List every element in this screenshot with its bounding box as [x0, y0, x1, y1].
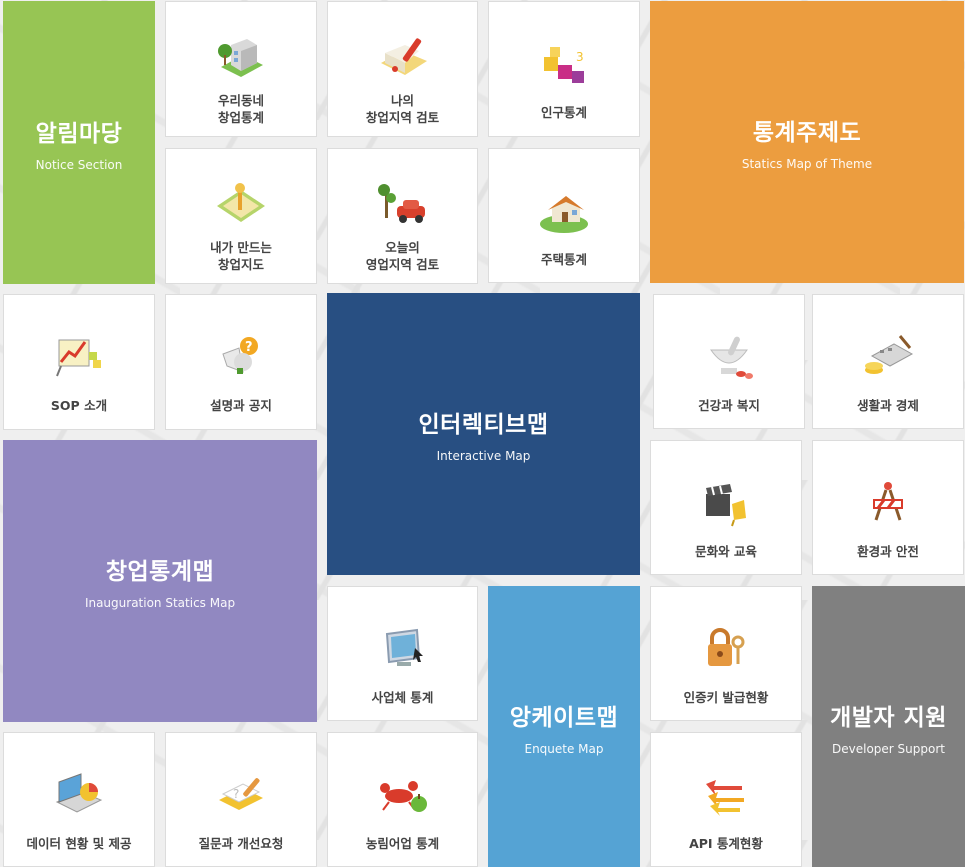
chart-board-icon: [43, 329, 115, 385]
tile-label: 인증키 발급현황: [683, 690, 769, 705]
map-pen-icon: [367, 30, 439, 86]
mortar-pestle-icon: [693, 329, 765, 385]
svg-text:?: ?: [245, 340, 253, 355]
tile-today-region-review[interactable]: 오늘의 영업지역 검토: [327, 148, 478, 284]
svg-text:?: ?: [233, 787, 239, 801]
house-icon: [528, 183, 600, 239]
tile-health-welfare[interactable]: 건강과 복지: [653, 294, 805, 429]
tile-label: 내가 만드는 창업지도: [210, 240, 272, 272]
tile-label: 우리동네 창업통계: [217, 93, 264, 125]
tile-label: 오늘의 영업지역 검토: [365, 240, 440, 272]
enquete-map-tile[interactable]: 앙케이트맵 Enquete Map: [488, 586, 640, 867]
startup-map-title: 창업통계맵: [105, 559, 215, 585]
calculator-coins-icon: [852, 329, 924, 385]
tile-environment-safety[interactable]: 환경과 안전: [812, 440, 964, 575]
tile-label: 생활과 경제: [857, 398, 919, 413]
tile-label: 문화와 교육: [695, 544, 757, 559]
svg-text:3: 3: [576, 50, 584, 64]
tile-my-region-review[interactable]: 나의 창업지역 검토: [327, 1, 478, 137]
population-blocks-icon: 3: [528, 36, 600, 92]
tile-label: SOP 소개: [50, 398, 108, 413]
tile-api-stats[interactable]: API 통계현황: [650, 732, 802, 867]
interactive-map-subtitle: Interactive Map: [436, 449, 531, 463]
enquete-map-title: 앙케이트맵: [509, 704, 619, 731]
lock-key-icon: [690, 621, 762, 677]
interactive-map-tile[interactable]: 인터렉티브맵 Interactive Map: [327, 293, 640, 575]
map-pin-icon: [205, 177, 277, 233]
tile-agri-fishery-stats[interactable]: 농림어업 통계: [327, 732, 478, 867]
tile-sop-intro[interactable]: SOP 소개: [3, 294, 155, 430]
notice-section-title: 알림마당: [35, 120, 123, 147]
tile-label: 건강과 복지: [698, 398, 760, 413]
tile-guide-notice[interactable]: ? 설명과 공지: [165, 294, 317, 430]
tile-label: 데이터 현황 및 제공: [26, 836, 132, 851]
monitor-cursor-icon: [367, 621, 439, 677]
tile-business-stats[interactable]: 사업체 통계: [327, 586, 478, 721]
tile-label: 농림어업 통계: [365, 836, 440, 851]
tile-label: 사업체 통계: [371, 690, 434, 705]
notepad-pencil-icon: ?: [205, 767, 277, 823]
tile-housing-stats[interactable]: 주택통계: [488, 148, 640, 283]
lobster-apple-icon: [367, 767, 439, 823]
road-barrier-icon: [852, 475, 924, 531]
tile-cert-key-status[interactable]: 인증키 발급현황: [650, 586, 802, 721]
neighborhood-building-icon: [205, 30, 277, 86]
developer-support-title: 개발자 지원: [830, 704, 947, 731]
tile-label: 주택통계: [540, 252, 587, 267]
clapperboard-icon: [690, 475, 762, 531]
tile-label: 인구통계: [540, 105, 587, 120]
tile-label: 설명과 공지: [210, 398, 272, 413]
megaphone-question-icon: ?: [205, 329, 277, 385]
startup-map-tile[interactable]: 창업통계맵 Inauguration Statics Map: [3, 440, 317, 722]
arrows-icon: [690, 767, 762, 823]
developer-support-tile[interactable]: 개발자 지원 Developer Support: [812, 586, 965, 867]
laptop-pie-icon: [43, 767, 115, 823]
notice-section-subtitle: Notice Section: [35, 157, 123, 172]
tile-label: API 통계현황: [689, 836, 763, 851]
enquete-map-subtitle: Enquete Map: [524, 741, 604, 756]
tile-qna-request[interactable]: ? 질문과 개선요청: [165, 732, 317, 867]
startup-map-subtitle: Inauguration Statics Map: [84, 596, 236, 610]
theme-map-title: 통계주제도: [752, 120, 862, 146]
tile-label: 질문과 개선요청: [198, 836, 284, 851]
tile-data-provision[interactable]: 데이터 현황 및 제공: [3, 732, 155, 867]
tile-culture-education[interactable]: 문화와 교육: [650, 440, 802, 575]
theme-map-subtitle: Statics Map of Theme: [741, 157, 873, 171]
tile-neighborhood-stats[interactable]: 우리동네 창업통계: [165, 1, 317, 137]
tile-my-startup-map[interactable]: 내가 만드는 창업지도: [165, 148, 317, 284]
tile-label: 환경과 안전: [857, 544, 919, 559]
theme-map-tile[interactable]: 통계주제도 Statics Map of Theme: [650, 1, 964, 283]
developer-support-subtitle: Developer Support: [832, 741, 945, 756]
tile-living-economy[interactable]: 생활과 경제: [812, 294, 964, 429]
car-tree-icon: [367, 177, 439, 233]
tile-population-stats[interactable]: 3 인구통계: [488, 1, 640, 137]
tile-label: 나의 창업지역 검토: [365, 93, 440, 125]
notice-section-tile[interactable]: 알림마당 Notice Section: [3, 1, 155, 284]
interactive-map-title: 인터렉티브맵: [418, 412, 549, 438]
